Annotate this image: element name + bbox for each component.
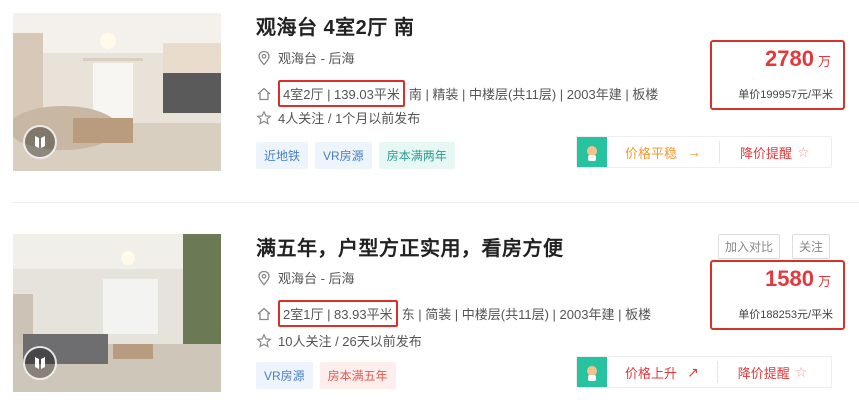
- total-price-value: 1580: [765, 266, 814, 291]
- unit-price: 单价199957元/平米: [738, 89, 833, 101]
- listing-card[interactable]: 满五年，户型方正实用，看房方便 加入对比 关注 观海台 - 后海 2室1厅 | …: [0, 220, 859, 420]
- price-trend-icon: [577, 137, 607, 167]
- tag-five-years: 房本满五年: [319, 362, 396, 389]
- location-link[interactable]: 观海台 - 后海: [278, 48, 355, 67]
- follow-info: 4人关注 / 1个月以前发布: [278, 111, 421, 126]
- house-details: 东 | 简装 | 中楼层(共11层) | 2003年建 | 板楼: [401, 307, 652, 322]
- listing-title[interactable]: 观海台 4室2厅 南: [256, 11, 414, 40]
- tag-vr: VR房源: [256, 362, 313, 389]
- price-box: 1580 万 单价188253元/平米: [710, 260, 845, 330]
- price-trend-bar: 价格平稳 → 降价提醒 ☆: [576, 136, 832, 168]
- add-compare-button[interactable]: 加入对比: [718, 234, 781, 259]
- price-trend-bar: 价格上升 ↗ 降价提醒 ☆: [576, 356, 832, 388]
- location-link[interactable]: 观海台 - 后海: [278, 268, 355, 287]
- total-price-value: 2780: [765, 46, 814, 71]
- listing-divider: [12, 202, 859, 203]
- listing-title[interactable]: 满五年，户型方正实用，看房方便: [256, 232, 564, 261]
- star-icon: [256, 109, 272, 125]
- house-details: 南 | 精装 | 中楼层(共11层) | 2003年建 | 板楼: [408, 87, 659, 102]
- rooms-area-highlight: 4室2厅 | 139.03平米: [278, 80, 405, 107]
- info-row: 4室2厅 | 139.03平米 南 | 精装 | 中楼层(共11层) | 200…: [256, 80, 658, 107]
- tag-near-subway: 近地铁: [256, 142, 309, 169]
- price-unit: 万: [817, 54, 831, 69]
- price-box: 2780 万 单价199957元/平米: [710, 40, 845, 110]
- price-trend-text: 价格上升: [625, 365, 678, 381]
- price-trend-link[interactable]: 价格上升 ↗: [625, 363, 699, 382]
- divider: [716, 361, 718, 383]
- house-icon: [257, 307, 271, 320]
- total-price: 2780 万: [765, 46, 831, 72]
- divider: [719, 141, 721, 163]
- listing-photo[interactable]: [13, 234, 221, 392]
- house-icon: [257, 87, 271, 100]
- trend-up-icon: ↗: [687, 363, 699, 380]
- total-price: 1580 万: [765, 266, 831, 292]
- star-icon: [256, 332, 272, 348]
- vr-badge-icon[interactable]: [23, 125, 57, 159]
- location-row: 观海台 - 后海: [256, 268, 355, 287]
- price-drop-alert-button[interactable]: 降价提醒 ☆: [740, 143, 810, 162]
- tag-list: 近地铁 VR房源 房本满两年: [256, 142, 455, 169]
- unit-price: 单价188253元/平米: [738, 309, 833, 321]
- follow-row: 4人关注 / 1个月以前发布: [256, 108, 420, 127]
- price-trend-link[interactable]: 价格平稳 →: [625, 143, 701, 162]
- star-outline-icon: ☆: [794, 363, 808, 380]
- listing-card[interactable]: 观海台 4室2厅 南 观海台 - 后海 4室2厅 | 139.03平米 南 | …: [0, 0, 859, 200]
- arrow-right-icon: →: [687, 144, 702, 160]
- tag-two-years: 房本满两年: [378, 142, 455, 169]
- info-row: 2室1厅 | 83.93平米 东 | 简装 | 中楼层(共11层) | 2003…: [256, 300, 651, 327]
- tag-list: VR房源 房本满五年: [256, 362, 396, 389]
- location-pin-icon: [258, 50, 270, 65]
- follow-button[interactable]: 关注: [792, 234, 831, 259]
- price-drop-alert-label: 降价提醒: [740, 145, 793, 161]
- tag-vr: VR房源: [315, 142, 372, 169]
- location-pin-icon: [258, 270, 270, 285]
- price-trend-text: 价格平稳: [625, 145, 678, 161]
- follow-info: 10人关注 / 26天以前发布: [278, 334, 422, 349]
- follow-row: 10人关注 / 26天以前发布: [256, 331, 422, 350]
- price-drop-alert-label: 降价提醒: [737, 365, 790, 381]
- vr-badge-icon[interactable]: [23, 346, 57, 380]
- price-trend-icon: [577, 357, 607, 387]
- price-unit: 万: [817, 274, 831, 289]
- listing-photo[interactable]: [13, 13, 221, 171]
- rooms-area-highlight: 2室1厅 | 83.93平米: [278, 300, 398, 327]
- location-row: 观海台 - 后海: [256, 48, 355, 67]
- star-outline-icon: ☆: [797, 143, 810, 160]
- price-drop-alert-button[interactable]: 降价提醒 ☆: [738, 363, 808, 382]
